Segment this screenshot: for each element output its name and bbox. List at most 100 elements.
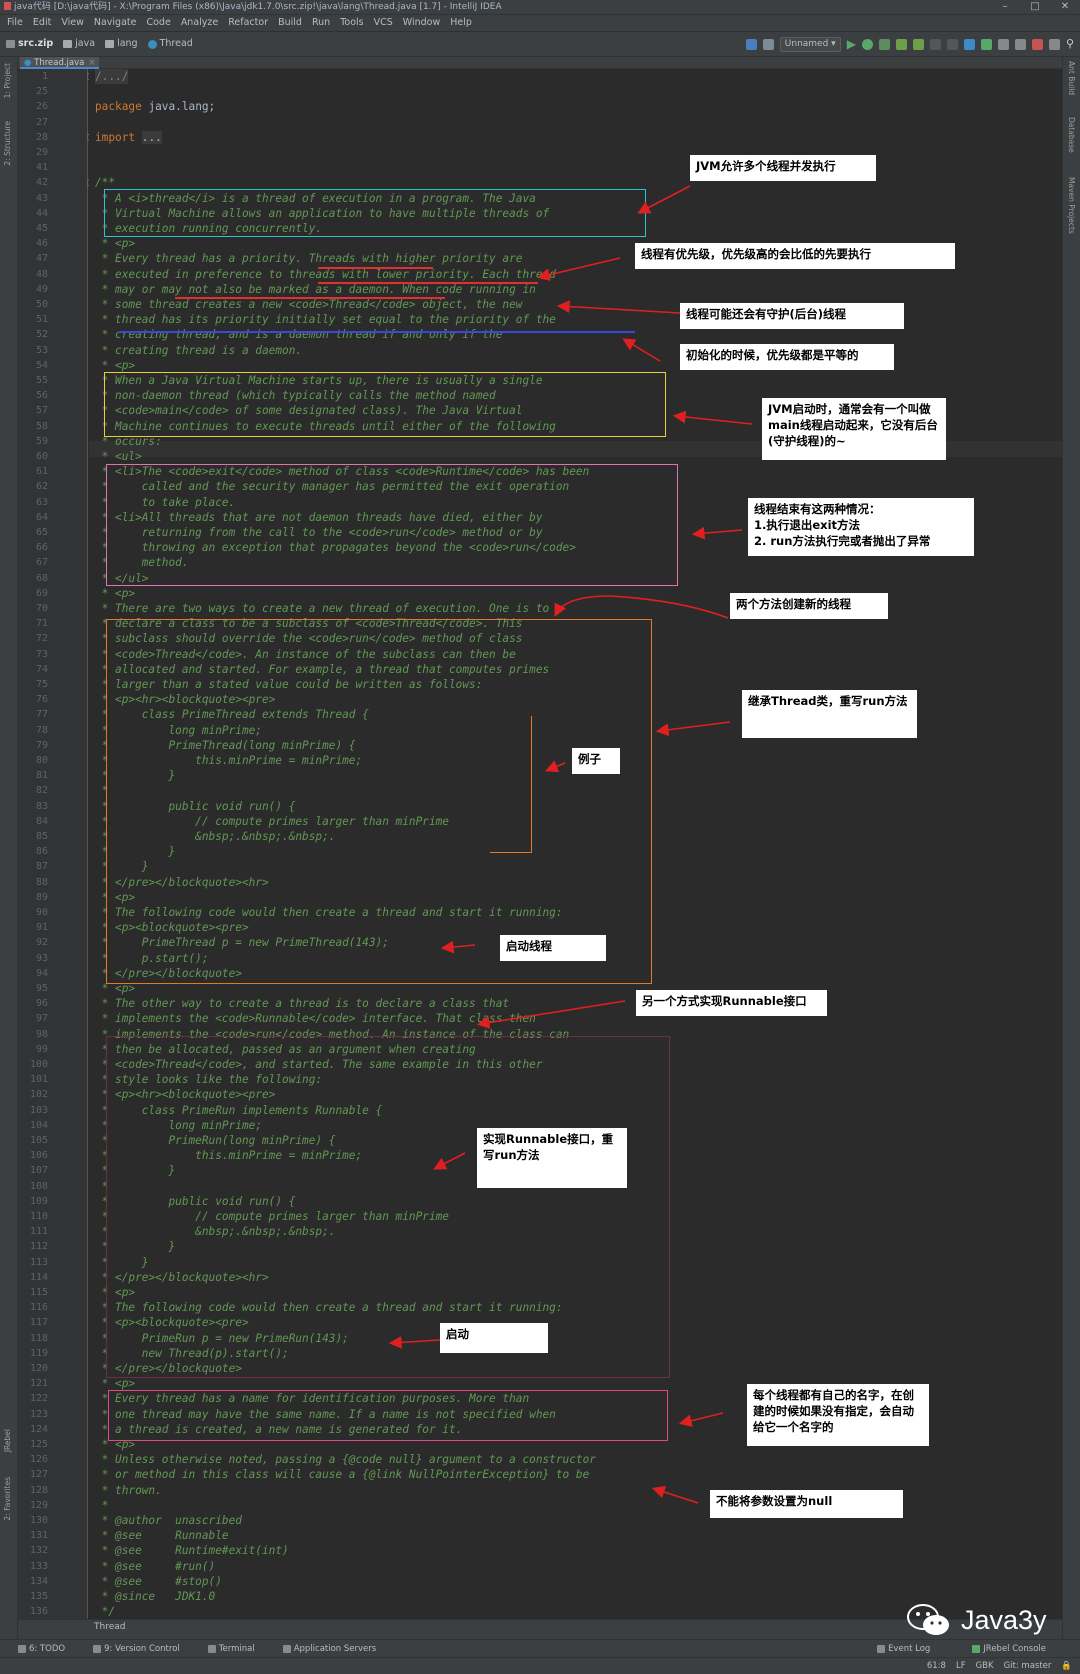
code-line[interactable]: * <p>	[95, 586, 135, 601]
minimize-icon[interactable]: –	[990, 0, 1020, 15]
tab-thread-java[interactable]: ● Thread.java ×	[20, 57, 100, 69]
code-line[interactable]: * <p>	[95, 236, 135, 251]
close-tab-icon[interactable]: ×	[88, 58, 95, 68]
code-line[interactable]: * thread has its priority initially set …	[95, 312, 556, 327]
breadcrumb-src-zip[interactable]: src.zip	[6, 32, 53, 56]
code-line[interactable]: * Unless otherwise noted, passing a {@co…	[95, 1452, 596, 1467]
run-icon[interactable]: ▶	[847, 32, 856, 56]
code-line[interactable]: *	[95, 1498, 109, 1513]
code-line[interactable]: * @author unascribed	[95, 1513, 242, 1528]
database-panel-tab[interactable]: Database	[1067, 117, 1076, 153]
version-control-tab[interactable]: 9: Version Control	[93, 1640, 194, 1657]
menu-item-help[interactable]: Help	[445, 15, 477, 31]
code-line[interactable]: package java.lang;	[95, 99, 215, 114]
package-icon	[63, 40, 73, 48]
lock-icon[interactable]: 🔒	[1061, 1658, 1072, 1674]
line-separator[interactable]: LF	[956, 1658, 966, 1674]
vcs-commit-icon[interactable]	[980, 38, 992, 50]
code-line[interactable]: * executed in preference to threads with…	[95, 267, 556, 282]
code-line[interactable]: * <p>	[95, 358, 135, 373]
line-number: 69	[35, 587, 48, 599]
breadcrumb-lang[interactable]: lang	[105, 32, 138, 56]
line-number: 1	[41, 71, 48, 82]
menu-item-tools[interactable]: Tools	[335, 15, 368, 31]
search-icon[interactable]: ⚲	[1066, 32, 1074, 56]
jrebel-panel-tab[interactable]: JRebel	[3, 1429, 12, 1452]
jrebel-run-icon[interactable]	[895, 38, 907, 50]
close-icon[interactable]: ✕	[1050, 0, 1080, 15]
code-line[interactable]: /.../	[95, 69, 129, 85]
code-line[interactable]: * @since JDK1.0	[95, 1589, 216, 1604]
breadcrumb-java[interactable]: java	[63, 32, 95, 56]
line-number: 62	[35, 481, 48, 493]
title-bar: java代码 [D:\java代码] - X:\Program Files (x…	[0, 0, 1080, 15]
code-line[interactable]: * The other way to create a thread is to…	[95, 996, 509, 1011]
jrebel-debug-icon[interactable]	[912, 38, 924, 50]
code-line[interactable]: * creating thread is a daemon.	[95, 343, 302, 358]
run-config-select[interactable]: Unnamed ▾	[779, 36, 841, 52]
breadcrumb-thread[interactable]: Thread	[147, 32, 193, 56]
menu-item-file[interactable]: File	[2, 15, 28, 31]
application-servers-tab[interactable]: Application Servers	[282, 1640, 391, 1657]
build-icon[interactable]	[762, 38, 774, 50]
line-number: 61	[35, 466, 48, 478]
code-line[interactable]: * @see Runtime#exit(int)	[95, 1543, 289, 1558]
code-line[interactable]: * There are two ways to create a new thr…	[95, 601, 550, 616]
todo-tab[interactable]: 6: TODO	[18, 1640, 79, 1657]
menu-item-refactor[interactable]: Refactor	[223, 15, 273, 31]
line-number: 29	[35, 147, 48, 158]
code-line[interactable]: * <ul>	[95, 449, 142, 464]
code-line[interactable]: * or method in this class will cause a {…	[95, 1467, 590, 1482]
jrebel-console-tab[interactable]: JRebel Console	[972, 1640, 1060, 1658]
line-number: 130	[29, 1515, 48, 1526]
menu-item-navigate[interactable]: Navigate	[89, 15, 142, 31]
line-number: 108	[29, 1180, 48, 1192]
code-line[interactable]: * @see #stop()	[95, 1574, 222, 1589]
stop-icon[interactable]	[929, 38, 941, 50]
line-number: 96	[35, 998, 48, 1010]
code-line[interactable]: * implements the <code>Runnable</code> i…	[95, 1011, 536, 1026]
vcs-compare-icon[interactable]	[997, 38, 1009, 50]
history-icon[interactable]	[1014, 38, 1026, 50]
line-number: 102	[29, 1089, 48, 1101]
menu-item-run[interactable]: Run	[307, 15, 335, 31]
line-number: 129	[29, 1499, 48, 1511]
menu-item-edit[interactable]: Edit	[28, 15, 56, 31]
project-panel-tab[interactable]: 1: Project	[3, 63, 12, 98]
coverage-icon[interactable]	[878, 38, 890, 50]
ant-build-panel-tab[interactable]: Ant Build	[1067, 61, 1076, 95]
git-branch[interactable]: Git: master	[1004, 1658, 1052, 1674]
caret-position[interactable]: 61:8	[927, 1658, 946, 1674]
event-log-tab[interactable]: Event Log	[877, 1640, 944, 1658]
maven-panel-tab[interactable]: Maven Projects	[1067, 177, 1076, 234]
revert-icon[interactable]	[1031, 38, 1043, 50]
highlight-box-concurrency	[104, 189, 646, 237]
debug-icon[interactable]	[861, 38, 873, 50]
terminal-tab[interactable]: Terminal	[207, 1640, 269, 1657]
menu-item-view[interactable]: View	[56, 15, 89, 31]
vcs-update-icon[interactable]	[963, 38, 975, 50]
code-line[interactable]: * may or may not also be marked as a dae…	[95, 282, 536, 297]
file-encoding[interactable]: GBK	[976, 1658, 994, 1674]
line-number: 100	[29, 1059, 48, 1070]
code-line[interactable]: */	[95, 1604, 115, 1619]
project-structure-icon[interactable]	[1048, 38, 1060, 50]
stop2-icon[interactable]	[946, 38, 958, 50]
line-number: 65	[35, 527, 48, 538]
menu-item-window[interactable]: Window	[398, 15, 445, 31]
menu-item-vcs[interactable]: VCS	[369, 15, 398, 31]
favorites-panel-tab[interactable]: 2: Favorites	[3, 1477, 12, 1521]
code-line[interactable]: * creating thread, and is a daemon threa…	[95, 327, 503, 342]
code-line[interactable]: * Every thread has a priority. Threads w…	[95, 251, 523, 266]
code-line[interactable]: import ...	[95, 130, 162, 145]
code-line[interactable]: * @see #run()	[95, 1559, 216, 1574]
code-line[interactable]: * some thread creates a new <code>Thread…	[95, 297, 523, 312]
sync-icon[interactable]	[745, 38, 757, 50]
structure-panel-tab[interactable]: 2: Structure	[3, 121, 12, 166]
maximize-icon[interactable]: □	[1020, 0, 1050, 15]
code-line[interactable]: * thrown.	[95, 1483, 162, 1498]
menu-item-analyze[interactable]: Analyze	[176, 15, 223, 31]
code-line[interactable]: * @see Runnable	[95, 1528, 229, 1543]
menu-item-build[interactable]: Build	[273, 15, 307, 31]
menu-item-code[interactable]: Code	[141, 15, 175, 31]
